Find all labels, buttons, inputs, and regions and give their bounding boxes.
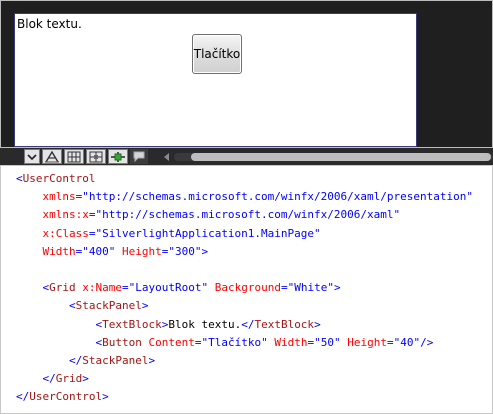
code-token: > (314, 317, 321, 331)
preview-textblock[interactable]: Blok textu. (17, 17, 82, 31)
code-line: xmlns:x="http://schemas.microsoft.com/wi… (16, 206, 492, 224)
code-token: StackPanel (82, 353, 149, 367)
code-line: </Grid> (16, 370, 492, 388)
grid-icon[interactable] (64, 149, 84, 164)
code-token: Width (274, 335, 308, 349)
show-snap-grid-icon[interactable] (86, 149, 106, 164)
artboard[interactable]: Blok textu. Tlačítko (14, 13, 417, 147)
code-token: /> (420, 335, 434, 349)
code-token: x:Name (82, 281, 122, 295)
zoom-dropdown-icon[interactable] (24, 149, 40, 164)
code-token: > (333, 281, 341, 295)
xaml-code-editor[interactable]: <UserControl xmlns="http://schemas.micro… (0, 165, 493, 414)
snap-to-gridlines-icon[interactable] (108, 149, 128, 164)
scroll-left-arrow-icon[interactable] (160, 150, 174, 163)
code-token: "40" (393, 335, 421, 349)
code-token: > (102, 390, 109, 404)
code-token: Height (122, 244, 162, 258)
code-token: TextBlock (102, 317, 162, 331)
design-surface[interactable]: Blok textu. Tlačítko (0, 0, 493, 148)
code-token: "LayoutRoot" (128, 281, 209, 295)
code-token: xmlns:x (42, 208, 89, 222)
code-token: x:Class (42, 226, 89, 240)
code-token: </ (68, 353, 83, 367)
code-token: "300" (168, 244, 202, 258)
code-token: StackPanel (75, 299, 142, 313)
code-token: "50" (314, 335, 341, 349)
code-token: "http://schemas.microsoft.com/winfx/2006… (82, 190, 473, 204)
code-token: > (141, 299, 149, 313)
code-line: Width="400" Height="300"> (16, 243, 492, 261)
code-token: TextBlock (254, 317, 315, 331)
code-token: UserControl (29, 390, 103, 404)
code-line: <StackPanel> (16, 297, 492, 315)
code-token: Grid (55, 372, 83, 386)
code-token: = (386, 335, 394, 349)
code-token: "Tlačítko" (201, 335, 268, 349)
code-line: <TextBlock>Blok textu.</TextBlock> (16, 316, 492, 334)
code-token: </ (42, 372, 56, 386)
code-token: Button (102, 335, 142, 349)
code-token: Background (214, 281, 281, 295)
code-token: </ (16, 390, 30, 404)
code-line: <Button Content="Tlačítko" Width="50" He… (16, 334, 492, 352)
preview-button[interactable]: Tlačítko (192, 34, 242, 74)
code-line: x:Class="SilverlightApplication1.MainPag… (16, 225, 492, 243)
code-token: </ (241, 317, 255, 331)
code-token: "http://schemas.microsoft.com/winfx/2006… (95, 208, 401, 222)
code-token: < (16, 172, 23, 185)
code-token: > (201, 244, 209, 258)
code-token: UserControl (22, 172, 96, 185)
code-token: > (148, 353, 156, 367)
scroll-thumb[interactable] (191, 152, 491, 161)
code-token: > (82, 372, 89, 386)
designer-toolbar (0, 148, 493, 165)
code-token: = (280, 281, 288, 295)
code-token: Blok textu. (168, 317, 242, 331)
code-token: Content (148, 335, 195, 349)
code-token: Width (42, 244, 76, 258)
code-token: Grid (49, 281, 76, 295)
code-token: Height (347, 335, 387, 349)
code-line: <UserControl (16, 170, 492, 188)
annotation-icon[interactable] (130, 149, 148, 164)
code-token: "White" (287, 281, 334, 295)
code-token: xmlns (42, 190, 76, 204)
horizontal-scrollbar[interactable] (160, 150, 493, 163)
scroll-track[interactable] (174, 152, 493, 161)
code-token: "400" (82, 244, 116, 258)
snap-to-snaplines-icon[interactable] (42, 149, 62, 164)
code-line: xmlns="http://schemas.microsoft.com/winf… (16, 188, 492, 206)
code-line: </UserControl> (16, 388, 492, 406)
code-token: < (68, 299, 76, 313)
code-token: "SilverlightApplication1.MainPage" (95, 226, 321, 240)
code-line: </StackPanel> (16, 352, 492, 370)
code-token: = (122, 281, 129, 295)
code-line: <Grid x:Name="LayoutRoot" Background="Wh… (16, 279, 492, 297)
